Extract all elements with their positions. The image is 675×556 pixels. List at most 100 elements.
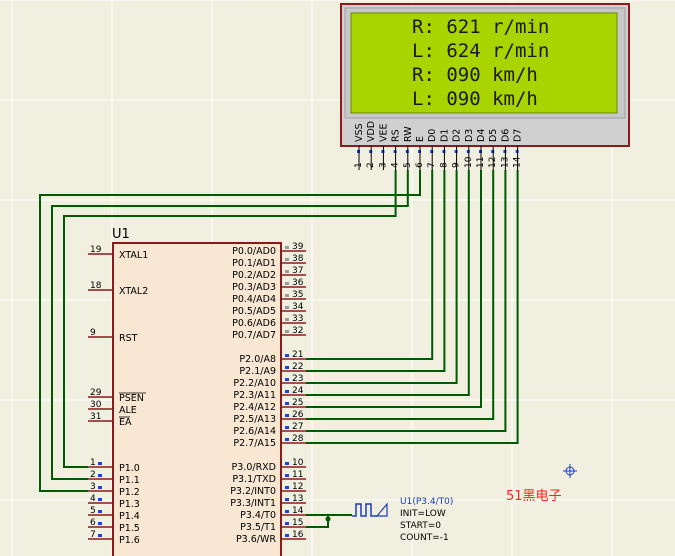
mcu-left-pin-label: P1.3	[119, 499, 140, 510]
mcu-right-pin-number: 21	[292, 350, 303, 360]
mcu-left-pin-number: 1	[90, 458, 96, 468]
mcu-right-pin-number: 11	[292, 470, 303, 480]
junction-dot	[325, 516, 331, 522]
generator-start: START=0	[400, 521, 441, 531]
mcu-left-pin-number: 6	[90, 518, 96, 528]
lcd-pin-label: RW	[403, 126, 414, 142]
mcu-left-pin-number: 5	[90, 506, 96, 516]
mcu-right-pin-label: P2.7/A15	[233, 438, 276, 449]
mcu-left-pin-label: XTAL1	[119, 250, 148, 261]
pulse-generator[interactable]: U1(P3.4/T0) INIT=LOW START=0 COUNT=-1	[352, 497, 453, 543]
mcu-right-pin-number: 26	[292, 410, 304, 420]
pin-marker	[98, 510, 102, 513]
pin-marker	[285, 390, 289, 393]
mcu-right-pin-label: P0.2/AD2	[232, 270, 276, 281]
pin-marker	[285, 330, 289, 333]
lcd-pin-label: D1	[439, 129, 450, 142]
lcd-pin-label: D7	[513, 129, 524, 142]
mcu-right-pin-number: 33	[292, 314, 303, 324]
lcd-pin-number: 10	[464, 156, 474, 168]
mcu-right-pin-label: P0.4/AD4	[232, 294, 276, 305]
mcu-left-pin-label: P1.5	[119, 523, 140, 534]
lcd-pin-number: 7	[427, 162, 437, 168]
mcu-u1[interactable]: U1 19 XTAL1 18 XTAL2 9 RST 29 PSEN 30 ALE 31 EA 1 P1.…	[88, 227, 306, 556]
lcd-pin-label: RS	[391, 129, 402, 142]
pin-marker	[285, 498, 289, 501]
pin-marker	[285, 510, 289, 513]
mcu-left-pin-label: P1.0	[119, 463, 140, 474]
lcd-line-4: L: 090 km/h	[412, 88, 538, 110]
generator-label: U1(P3.4/T0)	[400, 497, 453, 507]
mcu-left-pin-label: P1.2	[119, 487, 140, 498]
mcu-left-pin-number: 19	[90, 245, 102, 255]
pin-marker	[285, 270, 289, 273]
lcd-pin-label: VEE	[378, 123, 389, 142]
crosshair-icon	[563, 464, 577, 478]
mcu-right-pin-label: P3.3/INT1	[230, 498, 276, 509]
schematic-canvas: R: 621 r/min L: 624 r/min R: 090 km/h L:…	[0, 0, 675, 556]
lcd-module[interactable]: R: 621 r/min L: 624 r/min R: 090 km/h L:…	[340, 3, 630, 170]
mcu-right-pin-label: P3.4/T0	[240, 510, 276, 521]
lcd-line-1: R: 621 r/min	[412, 16, 549, 38]
mcu-left-pin-number: 30	[90, 400, 102, 410]
mcu-right-pin-number: 22	[292, 362, 303, 372]
mcu-left-pin-label: P1.1	[119, 475, 140, 486]
lcd-pin-number: 14	[513, 156, 523, 168]
mcu-left-pin-label: P1.6	[119, 535, 140, 546]
wire-data-bus	[306, 170, 434, 360]
wire-data-bus	[306, 170, 495, 420]
lcd-pin-number: 6	[415, 162, 425, 168]
lcd-pin-number: 5	[403, 162, 413, 168]
mcu-right-pin-label: P2.5/A13	[233, 414, 276, 425]
pin-marker	[285, 318, 289, 321]
lcd-pin-number: 9	[452, 162, 462, 168]
pin-marker	[285, 402, 289, 405]
mcu-right-pin-label: P3.1/TXD	[232, 474, 276, 485]
mcu-right-pin-number: 12	[292, 482, 303, 492]
generator-arrow-icon	[375, 502, 388, 517]
mcu-right-pin-number: 15	[292, 518, 303, 528]
mcu-right-pin-label: P2.2/A10	[233, 378, 276, 389]
pin-marker	[98, 486, 102, 489]
lcd-pin-label: D6	[500, 129, 511, 142]
mcu-left-pin-number: 4	[90, 494, 96, 504]
mcu-right-pin-label: P3.5/T1	[240, 522, 276, 533]
mcu-left-pin-label: ALE	[119, 405, 137, 416]
pin-marker	[285, 426, 289, 429]
mcu-left-pin-number: 31	[90, 412, 101, 422]
pin-marker	[285, 534, 289, 537]
pin-marker	[285, 246, 289, 249]
wire-timer	[306, 514, 329, 528]
mcu-right-pin-number: 25	[292, 398, 303, 408]
pin-marker	[285, 414, 289, 417]
mcu-right-pin-number: 24	[292, 386, 304, 396]
mcu-right-pin-number: 32	[292, 326, 303, 336]
pin-marker	[285, 462, 289, 465]
mcu-left-pin-label: PSEN	[119, 393, 144, 404]
pin-marker	[98, 474, 102, 477]
mcu-right-pin-number: 23	[292, 374, 303, 384]
lcd-pin-number: 4	[391, 162, 401, 168]
mcu-right-pin-label: P3.0/RXD	[232, 462, 276, 473]
mcu-ref-label: U1	[112, 227, 130, 242]
lcd-pin-label: D0	[427, 129, 438, 142]
mcu-right-pin-label: P2.4/A12	[233, 402, 276, 413]
mcu-right-pin-number: 34	[292, 302, 304, 312]
mcu-left-pin-number: 2	[90, 470, 96, 480]
lcd-pin-label: D3	[464, 129, 475, 142]
lcd-pin-number: 13	[500, 157, 510, 168]
generator-init: INIT=LOW	[400, 509, 446, 519]
mcu-right-pin-label: P0.0/AD0	[232, 246, 276, 257]
lcd-pin-number: 3	[378, 162, 388, 168]
mcu-right-pin-label: P3.6/WR	[236, 534, 276, 545]
mcu-left-pin-number: 29	[90, 388, 102, 398]
wire-data-bus	[306, 170, 458, 384]
mcu-right-pin-label: P2.0/A8	[239, 354, 276, 365]
pin-marker	[285, 378, 289, 381]
mcu-right-pin-label: P2.3/A11	[233, 390, 276, 401]
pin-marker	[285, 294, 289, 297]
pulse-symbol-icon	[352, 503, 377, 517]
pin-marker	[285, 306, 289, 309]
mcu-right-pin-number: 10	[292, 458, 304, 468]
mcu-left-pin-number: 9	[90, 328, 96, 338]
